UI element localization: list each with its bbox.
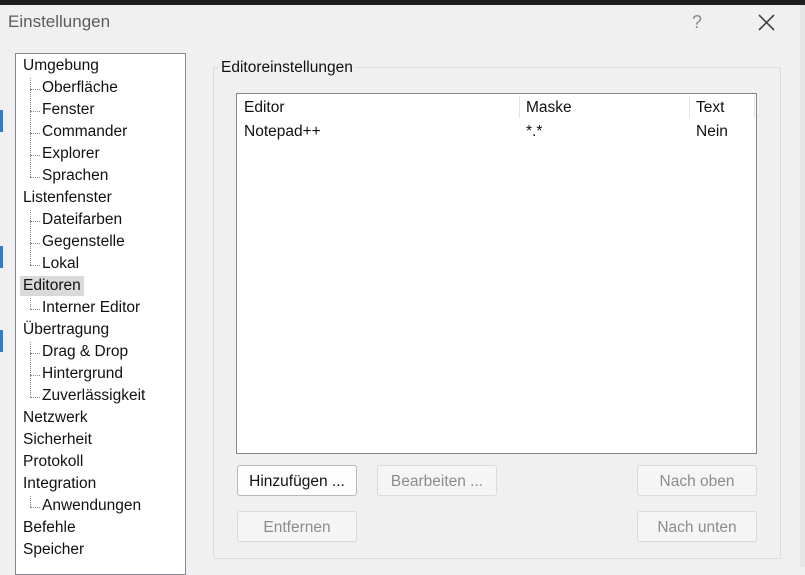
add-button[interactable]: Hinzufügen ... — [237, 465, 357, 496]
tree-item[interactable]: Anwendungen — [39, 496, 144, 516]
column-header-mask[interactable]: Maske — [519, 94, 689, 120]
background-window-edge — [0, 330, 3, 352]
tree-connector — [30, 155, 40, 156]
column-separator[interactable] — [754, 96, 755, 118]
column-header-editor[interactable]: Editor — [237, 94, 519, 120]
tree-item[interactable]: Fenster — [39, 100, 98, 120]
tree-item[interactable]: Befehle — [20, 518, 79, 538]
tree-item-label: Sprachen — [42, 167, 109, 184]
tree-item-label: Übertragung — [23, 321, 110, 338]
move-up-button[interactable]: Nach oben — [637, 465, 757, 496]
tree-connector — [30, 177, 40, 178]
tree-item[interactable]: Dateifarben — [39, 210, 125, 230]
tree-item[interactable]: Interner Editor — [39, 298, 143, 318]
tree-connector — [30, 342, 31, 397]
tree-item-label: Interner Editor — [42, 299, 141, 316]
tree-connector — [30, 496, 31, 507]
tree-connector — [30, 309, 40, 310]
tree-item[interactable]: Gegenstelle — [39, 232, 128, 252]
tree-item-label: Oberfläche — [42, 79, 118, 96]
tree-connector — [30, 298, 31, 309]
tree-connector — [30, 89, 40, 90]
remove-button[interactable]: Entfernen — [237, 511, 357, 542]
tree-item-label: Hintergrund — [42, 365, 123, 382]
column-header-text[interactable]: Text — [689, 94, 755, 120]
tree-item[interactable]: Oberfläche — [39, 78, 121, 98]
tree-item[interactable]: Protokoll — [20, 452, 86, 472]
cell-mask: *.* — [526, 123, 543, 140]
tree-connector — [30, 243, 40, 244]
tree-item-label: Dateifarben — [42, 211, 123, 228]
tree-item-label: Protokoll — [23, 453, 84, 470]
title-bar: Einstellungen ? — [0, 5, 805, 41]
background-window-edge — [0, 246, 3, 268]
tree-connector — [30, 507, 40, 508]
tree-item-label: Netzwerk — [23, 409, 88, 426]
tree-connector — [30, 111, 40, 112]
editor-list[interactable]: Editor Maske Text Notepad++ *.* Nein — [236, 93, 757, 454]
help-button[interactable]: ? — [683, 9, 711, 37]
tree-item-label: Umgebung — [23, 57, 99, 74]
tree-item-label: Listenfenster — [23, 189, 112, 206]
tree-item-label: Commander — [42, 123, 128, 140]
tree-connector — [30, 265, 40, 266]
tree-item-label: Lokal — [42, 255, 80, 272]
tree-item[interactable]: Sicherheit — [20, 430, 95, 450]
window-title: Einstellungen — [8, 12, 111, 31]
tree-item-label: Befehle — [23, 519, 76, 536]
tree-item-label: Editoren — [23, 277, 81, 294]
tree-item[interactable]: Editoren — [20, 276, 84, 296]
tree-item[interactable]: Integration — [20, 474, 99, 494]
tree-item-label: Zuverlässigkeit — [42, 387, 146, 404]
tree-item[interactable]: Übertragung — [20, 320, 112, 340]
background-window-edge — [0, 110, 3, 132]
tree-item-label: Gegenstelle — [42, 233, 125, 250]
tree-item[interactable]: Speicher — [20, 540, 87, 560]
tree-item-label: Drag & Drop — [42, 343, 129, 360]
tree-item-label: Anwendungen — [42, 497, 142, 514]
tree-item-label: Explorer — [42, 145, 100, 162]
tree-item[interactable]: Hintergrund — [39, 364, 126, 384]
tree-item-label: Fenster — [42, 101, 95, 118]
tree-connector — [30, 221, 40, 222]
move-down-button[interactable]: Nach unten — [637, 511, 757, 542]
cell-editor: Notepad++ — [244, 123, 321, 140]
tree-item[interactable]: Listenfenster — [20, 188, 115, 208]
tree-item-label: Integration — [23, 475, 97, 492]
close-icon[interactable] — [753, 9, 781, 37]
tree-connector — [30, 133, 40, 134]
tree-item[interactable]: Lokal — [39, 254, 82, 274]
tree-item[interactable]: Explorer — [39, 144, 103, 164]
cell-text: Nein — [696, 123, 728, 140]
tree-connector — [30, 78, 31, 177]
edit-button[interactable]: Bearbeiten ... — [377, 465, 497, 496]
background-window-edge — [800, 5, 805, 567]
tree-item-label: Sicherheit — [23, 431, 92, 448]
tree-item[interactable]: Zuverlässigkeit — [39, 386, 148, 406]
tree-item-label: Speicher — [23, 541, 85, 558]
tree-connector — [30, 210, 31, 265]
tree-item[interactable]: Commander — [39, 122, 130, 142]
tree-connector — [30, 353, 40, 354]
tree-item[interactable]: Netzwerk — [20, 408, 91, 428]
list-header: Editor Maske Text — [237, 94, 756, 120]
group-title: Editoreinstellungen — [218, 59, 356, 77]
settings-tree[interactable]: Umgebung Oberfläche Fenster Commander Explor… — [15, 53, 186, 575]
tree-item[interactable]: Sprachen — [39, 166, 111, 186]
tree-item[interactable]: Drag & Drop — [39, 342, 131, 362]
tree-connector — [30, 375, 40, 376]
tree-item[interactable]: Umgebung — [20, 56, 102, 76]
tree-connector — [30, 397, 40, 398]
